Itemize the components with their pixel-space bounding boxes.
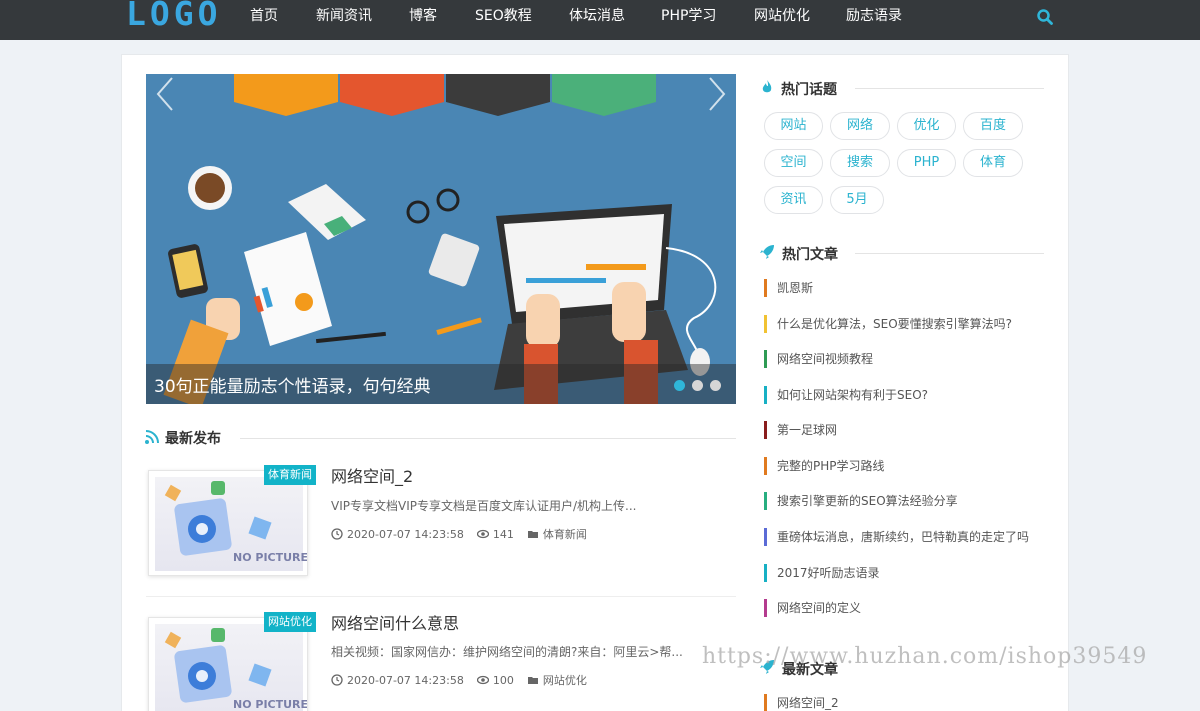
post-meta: 2020-07-07 14:23:58 141 体育新闻: [331, 526, 600, 542]
post-excerpt: 相关视频：国家网信办：维护网络空间的清朗?来自：阿里云>帮...: [331, 645, 683, 659]
tag-item[interactable]: 搜索: [830, 149, 890, 177]
hot-article-item[interactable]: 网络空间视频教程: [764, 350, 873, 368]
post-title[interactable]: 网络空间什么意思: [331, 610, 459, 634]
hot-topics-divider: [855, 88, 1044, 89]
hot-article-item[interactable]: 网络空间的定义: [764, 599, 861, 617]
post-views: 141: [492, 527, 514, 541]
tag-item[interactable]: 资讯: [764, 186, 823, 214]
no-picture-label: NO PICTURE: [233, 551, 308, 564]
nav-news[interactable]: 新闻资讯: [316, 0, 372, 32]
carousel-caption-bar: 30句正能量励志个性语录，句句经典: [146, 364, 736, 404]
latest-section-divider: [240, 438, 736, 439]
nav-optimization[interactable]: 网站优化: [754, 0, 810, 32]
post-date: 2020-07-07 14:23:58: [347, 673, 464, 687]
top-nav-bar: LOGO 首页 新闻资讯 博客 SEO教程 体坛消息 PHP学习 网站优化 励志…: [0, 0, 1200, 40]
hot-topics-title: 热门话题: [781, 82, 837, 98]
tag-item[interactable]: 5月: [830, 186, 884, 214]
fire-icon: [762, 80, 772, 93]
eye-icon: [476, 529, 489, 539]
nav-blog[interactable]: 博客: [409, 0, 437, 32]
folder-icon: [527, 677, 538, 684]
rss-icon: [145, 430, 159, 444]
carousel-dot-3[interactable]: [710, 380, 721, 391]
post-excerpt: VIP专享文档VIP专享文档是百度文库认证用户/机构上传...: [331, 499, 637, 513]
nav-home[interactable]: 首页: [250, 0, 278, 32]
carousel-illustration: [146, 74, 736, 404]
post-views: 100: [492, 673, 514, 687]
tag-item[interactable]: 网站: [764, 112, 823, 140]
post-meta: 2020-07-07 14:23:58 100 网站优化: [331, 672, 600, 688]
hot-articles-title: 热门文章: [782, 247, 838, 263]
nav-sports[interactable]: 体坛消息: [569, 0, 625, 32]
post-category-badge[interactable]: 体育新闻: [264, 465, 316, 485]
tag-item[interactable]: 体育: [963, 149, 1023, 177]
hot-article-item[interactable]: 第一足球网: [764, 421, 837, 439]
hot-article-item[interactable]: 凯恩斯: [764, 279, 813, 297]
newest-article-item[interactable]: 网络空间_2: [764, 694, 839, 711]
no-picture-label: NO PICTURE: [233, 698, 308, 711]
clock-icon: [331, 528, 343, 540]
hot-article-item[interactable]: 2017好听励志语录: [764, 564, 880, 582]
hot-article-item[interactable]: 完整的PHP学习路线: [764, 457, 885, 475]
watermark-text: https://www.huzhan.com/ishop39549: [702, 644, 1148, 669]
post-category-badge[interactable]: 网站优化: [264, 612, 316, 632]
folder-icon: [527, 531, 538, 538]
clock-icon: [331, 674, 343, 686]
post-date: 2020-07-07 14:23:58: [347, 527, 464, 541]
hot-articles-divider: [855, 253, 1044, 254]
carousel-prev-arrow-icon[interactable]: [154, 74, 176, 114]
post-title[interactable]: 网络空间_2: [331, 463, 413, 487]
hot-article-item[interactable]: 重磅体坛消息，唐斯续约，巴特勒真的走定了吗: [764, 528, 1029, 546]
hero-carousel[interactable]: 30句正能量励志个性语录，句句经典: [146, 74, 736, 404]
hot-article-item[interactable]: 什么是优化算法，SEO要懂搜索引擎算法吗?: [764, 315, 1012, 333]
tag-item[interactable]: 百度: [963, 112, 1023, 140]
carousel-dot-2[interactable]: [692, 380, 703, 391]
nav-quotes[interactable]: 励志语录: [846, 0, 902, 32]
post-divider: [146, 596, 736, 597]
latest-section-title: 最新发布: [165, 431, 221, 447]
tag-item[interactable]: 优化: [897, 112, 956, 140]
carousel-dot-1[interactable]: [674, 380, 685, 391]
hot-article-item[interactable]: 如何让网站架构有利于SEO?: [764, 386, 928, 404]
nav-php[interactable]: PHP学习: [661, 0, 716, 32]
post-category-link[interactable]: 网站优化: [543, 672, 587, 688]
search-icon[interactable]: [1036, 8, 1054, 26]
hot-article-item[interactable]: 搜索引擎更新的SEO算法经验分享: [764, 492, 958, 510]
site-logo[interactable]: LOGO: [126, 0, 221, 34]
carousel-caption[interactable]: 30句正能量励志个性语录，句句经典: [154, 372, 431, 397]
tag-item[interactable]: 网络: [830, 112, 890, 140]
tag-item[interactable]: PHP: [897, 149, 956, 177]
post-thumbnail[interactable]: NO PICTURE: [148, 470, 308, 576]
rocket-icon: [760, 245, 774, 259]
tag-item[interactable]: 空间: [764, 149, 823, 177]
nav-seo[interactable]: SEO教程: [475, 0, 532, 32]
post-category-link[interactable]: 体育新闻: [543, 526, 587, 542]
eye-icon: [476, 675, 489, 685]
carousel-next-arrow-icon[interactable]: [706, 74, 728, 114]
